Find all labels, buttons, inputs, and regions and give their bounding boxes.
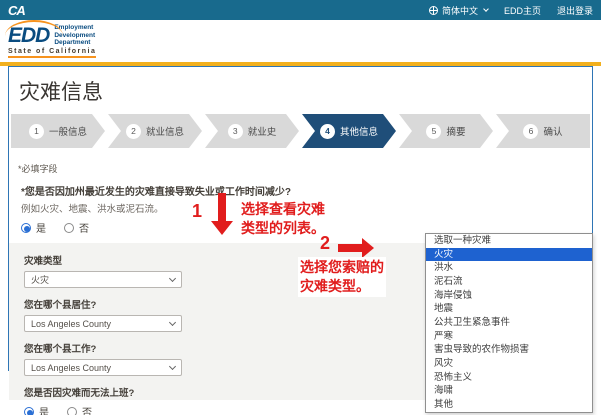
select-value: Los Angeles County: [31, 363, 111, 373]
globe-icon: [429, 6, 438, 15]
dropdown-option[interactable]: 洪水: [426, 261, 592, 275]
page-title: 灾难信息: [9, 67, 592, 112]
callout2-text: 选择您索赔的 灾难类型。: [298, 257, 386, 297]
disaster-type-dropdown-list: 选取一种灾难火灾洪水泥石流海岸侵蚀地震公共卫生紧急事件严寒害虫导致的农作物损害风…: [425, 233, 593, 413]
language-label: 简体中文: [442, 4, 478, 17]
radio-yes[interactable]: 是: [21, 220, 46, 235]
wizard-step-number: 4: [320, 124, 335, 139]
language-selector[interactable]: 简体中文: [429, 4, 488, 17]
wizard-step-2[interactable]: 2 就业信息: [108, 114, 202, 148]
dropdown-option[interactable]: 泥石流: [426, 275, 592, 289]
dropdown-option[interactable]: 严寒: [426, 330, 592, 344]
edd-logo-text: EDD: [8, 25, 49, 47]
select-value: Los Angeles County: [31, 319, 111, 329]
select-input-2[interactable]: Los Angeles County: [24, 359, 182, 376]
select-input-1[interactable]: Los Angeles County: [24, 315, 182, 332]
radio-no-2[interactable]: 否: [67, 404, 92, 415]
radio-yes-2-dot: [24, 407, 34, 415]
wizard-step-3[interactable]: 3 就业史: [205, 114, 299, 148]
wizard-step-1[interactable]: 1 一般信息: [11, 114, 105, 148]
edd-dept-text: Employment Development Department: [54, 24, 95, 47]
ca-gov-logo: CA: [8, 3, 25, 18]
dropdown-option[interactable]: 公共卫生紧急事件: [426, 316, 592, 330]
wizard-step-number: 2: [126, 124, 141, 139]
logout-link[interactable]: 退出登录: [557, 4, 593, 17]
dropdown-option[interactable]: 风灾: [426, 357, 592, 371]
step-wizard: 1 一般信息 2 就业信息 3 就业史 4 其他信息 5 摘要 6 确认: [11, 114, 590, 148]
wizard-step-6[interactable]: 6 确认: [496, 114, 590, 148]
dropdown-option[interactable]: 火灾: [426, 248, 592, 262]
chevron-down-icon: [483, 6, 489, 12]
dropdown-option[interactable]: 海啸: [426, 385, 592, 399]
callout1-number: 1: [192, 201, 202, 222]
callout1-text: 选择查看灾难 类型的列表。: [241, 200, 325, 238]
wizard-step-4[interactable]: 4 其他信息: [302, 114, 396, 148]
select-value: 火灾: [31, 273, 49, 286]
dropdown-option[interactable]: 选取一种灾难: [426, 234, 592, 248]
dropdown-option[interactable]: 恐怖主义: [426, 371, 592, 385]
radio-no[interactable]: 否: [64, 220, 89, 235]
callout2-number: 2: [320, 233, 330, 254]
radio-no-2-dot: [67, 407, 77, 415]
wizard-step-5[interactable]: 5 摘要: [399, 114, 493, 148]
wizard-step-label: 就业信息: [146, 124, 184, 138]
wizard-step-label: 摘要: [446, 124, 465, 138]
wizard-step-number: 5: [426, 124, 441, 139]
wizard-step-label: 确认: [543, 124, 562, 138]
edd-logo: EDD Employment Development Department St…: [8, 24, 96, 58]
wizard-step-label: 就业史: [248, 124, 277, 138]
wizard-step-number: 1: [29, 124, 44, 139]
dropdown-option[interactable]: 其他: [426, 398, 592, 412]
dropdown-option[interactable]: 海岸侵蚀: [426, 289, 592, 303]
chevron-down-icon: [169, 274, 176, 281]
dropdown-option[interactable]: 地震: [426, 302, 592, 316]
question-disaster-impact: *您是否因加州最近发生的灾难直接导致失业或工作时间减少?: [21, 183, 592, 198]
radio-no-dot: [64, 223, 74, 233]
callout2-right-arrow-icon: [338, 238, 374, 258]
wizard-step-label: 其他信息: [340, 124, 378, 138]
callout1-down-arrow-icon: [211, 193, 233, 235]
wizard-step-number: 3: [228, 124, 243, 139]
brand-band: EDD Employment Development Department St…: [0, 20, 601, 62]
edd-home-link[interactable]: EDD主页: [504, 4, 541, 17]
wizard-step-label: 一般信息: [49, 124, 87, 138]
chevron-down-icon: [169, 362, 176, 369]
radio-yes-2[interactable]: 是: [24, 404, 49, 415]
dropdown-option[interactable]: 害虫导致的农作物损害: [426, 344, 592, 358]
page: CA 简体中文 EDD主页 退出登录 EDD Employment Develo…: [0, 0, 601, 415]
radio-yes-dot: [21, 223, 31, 233]
required-fields-note: *必填字段: [18, 162, 592, 175]
state-of-california-text: State of California: [8, 48, 96, 58]
select-input-0[interactable]: 火灾: [24, 271, 182, 288]
chevron-down-icon: [169, 318, 176, 325]
wizard-step-number: 6: [523, 124, 538, 139]
top-navigation-bar: CA 简体中文 EDD主页 退出登录: [0, 0, 601, 20]
